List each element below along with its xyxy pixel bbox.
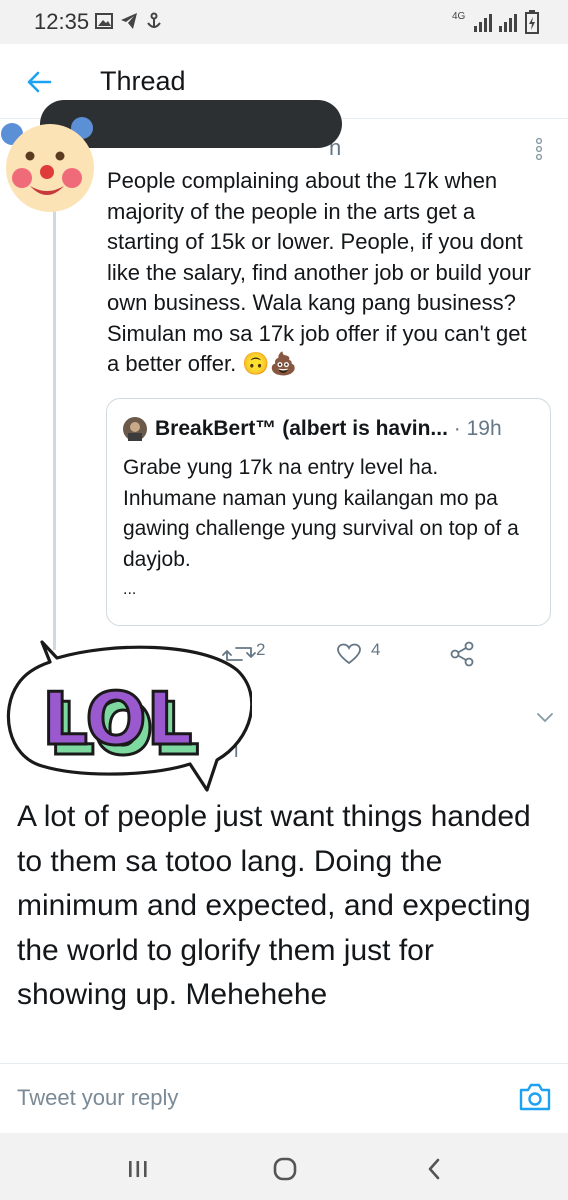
quoted-author: BreakBert™ (albert is havin... · 19h <box>155 417 502 441</box>
clown-avatar-icon[interactable] <box>0 112 100 216</box>
retweet-count: 2 <box>256 640 266 659</box>
quoted-tweet[interactable]: BreakBert™ (albert is havin... · 19h Gra… <box>106 398 551 626</box>
reply-text: A lot of people just want things handed … <box>17 800 531 1011</box>
share-icon[interactable] <box>450 641 474 667</box>
network-type: 4G <box>452 11 466 22</box>
status-time: 12:35 <box>34 9 90 34</box>
page-title: Thread <box>100 66 186 96</box>
reply-input[interactable]: Tweet your reply <box>17 1085 178 1111</box>
telegram-notification-icon <box>121 13 137 29</box>
quoted-author-name: BreakBert™ (albert is havin... <box>155 417 448 440</box>
chevron-down-icon[interactable] <box>536 712 554 724</box>
back-arrow-icon[interactable] <box>26 70 52 94</box>
back-nav-icon[interactable] <box>426 1157 442 1181</box>
anchor-notification-icon <box>147 12 161 28</box>
battery-icon <box>525 10 539 34</box>
status-bar: 12:35 4G <box>0 0 568 44</box>
lol-sticker-text: LOL <box>42 677 192 761</box>
lol-sticker: LOL LOL <box>6 640 252 792</box>
gallery-notification-icon <box>95 13 113 29</box>
signal-icon <box>474 14 492 32</box>
signal-icon-2 <box>499 14 517 32</box>
camera-icon[interactable] <box>519 1082 551 1112</box>
like-count: 4 <box>371 640 381 659</box>
more-options-icon[interactable] <box>532 137 546 161</box>
quoted-text: Grabe yung 17k na entry level ha. Inhuma… <box>123 456 519 571</box>
recent-apps-icon[interactable] <box>127 1159 149 1179</box>
android-nav-bar <box>0 1133 568 1200</box>
quoted-time: · 19h <box>453 417 502 440</box>
thread-line <box>53 210 56 650</box>
like-heart-icon[interactable] <box>337 643 361 665</box>
quoted-author-avatar <box>123 417 147 441</box>
compose-divider <box>0 1063 568 1064</box>
home-icon[interactable] <box>272 1156 298 1182</box>
tweet-text: People complaining about the 17k when ma… <box>107 168 531 376</box>
quoted-more: ... <box>123 581 137 598</box>
